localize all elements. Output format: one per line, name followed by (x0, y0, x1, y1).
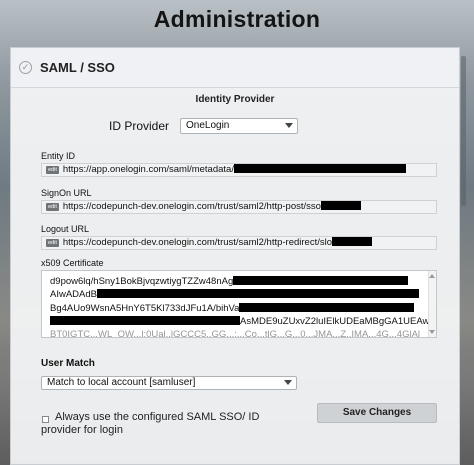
entity-id-label: Entity ID (41, 151, 76, 161)
user-match-value: Match to local account [samluser] (47, 377, 196, 388)
certificate-line: AsMDE9uZUxvZ2luIElkUDEaMBgGA1UEAw (50, 316, 429, 327)
id-provider-select[interactable]: OneLogin (180, 118, 298, 134)
signon-url-field[interactable]: edit https://codepunch-dev.onelogin.com/t… (41, 200, 437, 214)
logout-url-label: Logout URL (41, 224, 90, 234)
edit-badge[interactable]: edit (46, 203, 59, 211)
page-title: Administration (153, 6, 321, 32)
redaction-bar (239, 303, 415, 312)
user-match-select[interactable]: Match to local account [samluser] (41, 376, 297, 390)
check-circle-icon: ✓ (19, 61, 32, 74)
id-provider-label: ID Provider (109, 119, 170, 133)
redaction-bar (50, 316, 240, 325)
save-changes-button[interactable]: Save Changes (317, 403, 437, 423)
identity-provider-heading: Identity Provider (195, 94, 275, 105)
signon-url-value: https://codepunch-dev.onelogin.com/trust… (62, 201, 321, 212)
entity-id-field[interactable]: edit https://app.onelogin.com/saml/metada… (41, 163, 437, 177)
certificate-scrollbar[interactable] (428, 271, 436, 337)
certificate-label: x509 Certificate (41, 258, 104, 268)
scroll-down-icon[interactable] (429, 330, 435, 334)
id-provider-value: OneLogin (186, 120, 230, 131)
scroll-up-icon[interactable] (429, 274, 435, 278)
user-match-label: User Match (41, 358, 95, 369)
redaction-bar (332, 237, 373, 246)
certificate-line: d9pow6lq/hSny1BokBjvqzwtiygTZZw48nAg (50, 276, 409, 287)
logout-url-value: https://codepunch-dev.onelogin.com/trust… (62, 237, 333, 248)
signon-url-label: SignOn URL (41, 188, 92, 198)
redaction-bar (97, 289, 419, 298)
section-header[interactable]: ✓ SAML / SSO (11, 48, 459, 88)
certificate-line: BT0IGTC...WL_OW...l:0Ual..lGCCC5..GG...:… (50, 329, 421, 338)
saml-panel: ✓ SAML / SSO Identity Provider ID Provid… (10, 47, 460, 465)
edit-badge[interactable]: edit (46, 239, 59, 247)
page-scrollbar[interactable] (461, 56, 466, 206)
certificate-line: Bg4AUo9WsnA5HnY6T5Kl733dJFu1A/bihVa (50, 303, 415, 314)
section-title: SAML / SSO (40, 60, 115, 75)
redaction-bar (233, 276, 409, 285)
certificate-line: AIwADAdB (50, 289, 419, 300)
edit-badge[interactable]: edit (46, 166, 59, 174)
always-use-label: Always use the configured SAML SSO/ ID p… (41, 411, 260, 436)
chevron-down-icon (284, 380, 292, 385)
redaction-bar (233, 164, 406, 173)
entity-id-value: https://app.onelogin.com/saml/metadata/ (62, 164, 234, 175)
certificate-textarea[interactable]: d9pow6lq/hSny1BokBjvqzwtiygTZZw48nAg AIw… (41, 270, 437, 338)
chevron-down-icon (285, 123, 293, 128)
logout-url-field[interactable]: edit https://codepunch-dev.onelogin.com/t… (41, 236, 437, 250)
redaction-bar (320, 201, 361, 210)
